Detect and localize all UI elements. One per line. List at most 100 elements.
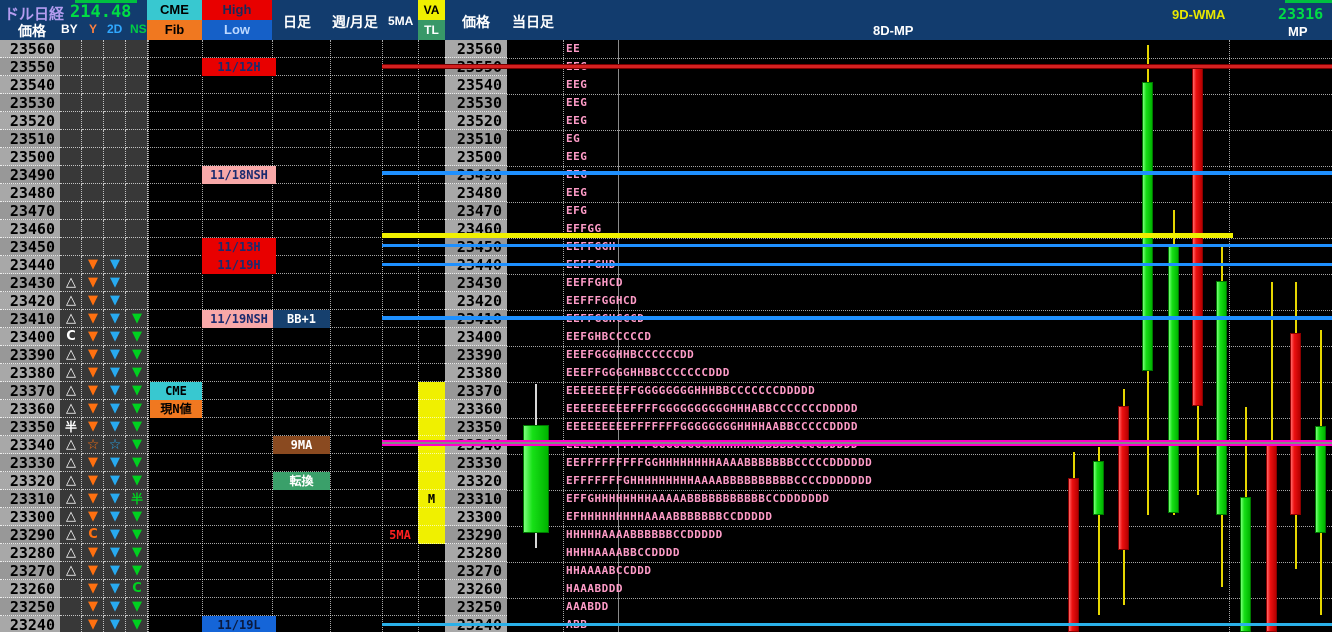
- down-arrow-mark: ▼: [88, 293, 98, 308]
- half-mark: 半: [64, 420, 77, 434]
- grid-row-line: [148, 111, 445, 112]
- signal-cell: [60, 148, 82, 166]
- price-cell: 23550: [0, 58, 60, 76]
- fib-toggle[interactable]: Fib: [147, 20, 202, 40]
- market-profile-row: EEEFGGGHHBCCCCCCDD: [566, 348, 695, 361]
- va-toggle[interactable]: VA: [418, 0, 445, 20]
- signal-cell: [60, 256, 82, 274]
- price-cell: 23270: [0, 562, 60, 580]
- grid-row-line: [148, 57, 445, 58]
- grid-column-line: [563, 40, 564, 632]
- price-cell-2: 23400: [445, 328, 507, 346]
- down-arrow-mark: ▼: [88, 581, 98, 596]
- grid-row-line: [507, 58, 1332, 59]
- price-cell: 23380: [0, 364, 60, 382]
- signal-cell: [126, 238, 148, 256]
- signal-cell: [104, 202, 126, 220]
- signal-cell: [60, 40, 82, 58]
- signal-cell: [82, 148, 104, 166]
- grid-row-line: [507, 202, 1332, 203]
- signal-cell: [126, 220, 148, 238]
- down-arrow-mark: ▼: [110, 563, 120, 578]
- down-arrow-mark: ▼: [110, 401, 120, 416]
- high-toggle[interactable]: High: [202, 0, 272, 20]
- signal-cell: [104, 238, 126, 256]
- weekly-monthly-column-header[interactable]: 週/月足: [332, 12, 378, 32]
- signal-cell: [104, 184, 126, 202]
- price-cell: 23470: [0, 202, 60, 220]
- signal-cell: [82, 76, 104, 94]
- grid-column-line: [1229, 40, 1230, 632]
- price-cell-2: 23390: [445, 346, 507, 364]
- up-triangle-mark: △: [66, 347, 76, 362]
- signal-cell: [60, 58, 82, 76]
- market-profile-row: HHHHHAAAABBBBBBCCDDDDD: [566, 528, 723, 541]
- signal-cell: [126, 40, 148, 58]
- c-mark: C: [132, 581, 142, 596]
- signal-cell: [104, 166, 126, 184]
- price-cell-2: 23560: [445, 40, 507, 58]
- current-price-line: [382, 440, 1332, 446]
- grid-row-line: [148, 507, 445, 508]
- grid-row-line: [148, 615, 445, 616]
- tl-toggle[interactable]: TL: [418, 20, 445, 40]
- support-resistance-line: [382, 244, 1332, 247]
- price-cell: 23310: [0, 490, 60, 508]
- market-profile-row: EEG: [566, 186, 588, 199]
- price-cell-2: 23310: [445, 490, 507, 508]
- grid-row-line: [148, 165, 445, 166]
- signal-cell: [60, 616, 82, 632]
- signal-cell: [60, 598, 82, 616]
- grid-row-line: [148, 147, 445, 148]
- market-profile-row: EEFFGHCD: [566, 276, 623, 289]
- market-profile-row: EEFGHBCCCCCD: [566, 330, 652, 343]
- market-profile-row: EFFGHHHHHHHHAAAAABBBBBBBBBBBCCDDDDDDD: [566, 492, 830, 505]
- down-arrow-mark: ▼: [88, 617, 98, 632]
- price-cell: 23390: [0, 346, 60, 364]
- price-cell: 23560: [0, 40, 60, 58]
- level-label: 11/19NSH: [202, 310, 276, 328]
- grid-row-line: [148, 561, 445, 562]
- market-profile-row: EG: [566, 132, 581, 145]
- bearish-candle-body: [1290, 333, 1301, 515]
- grid-row-line: [148, 291, 445, 292]
- signal-cell: [104, 94, 126, 112]
- down-arrow-mark: ▼: [88, 563, 98, 578]
- signal-cell: [60, 202, 82, 220]
- price-cell-2: 23320: [445, 472, 507, 490]
- cme-toggle[interactable]: CME: [147, 0, 202, 20]
- price-cell: 23260: [0, 580, 60, 598]
- price-cell-2: 23280: [445, 544, 507, 562]
- price-cell: 23510: [0, 130, 60, 148]
- price-cell: 23460: [0, 220, 60, 238]
- grid-column-line: [202, 40, 203, 632]
- price-cell-2: 23250: [445, 598, 507, 616]
- down-arrow-mark: ▼: [110, 419, 120, 434]
- down-arrow-mark: ▼: [132, 311, 142, 326]
- down-arrow-mark: ▼: [88, 347, 98, 362]
- grid-row-line: [148, 579, 445, 580]
- col-header-2d: 2D: [107, 22, 123, 36]
- down-arrow-mark: ▼: [88, 545, 98, 560]
- low-toggle[interactable]: Low: [202, 20, 272, 40]
- up-triangle-mark: △: [66, 437, 76, 452]
- low-level-line: [382, 623, 1332, 626]
- signal-cell: [126, 256, 148, 274]
- up-triangle-mark: △: [66, 527, 76, 542]
- market-profile-row: EEFFGGH: [566, 238, 616, 256]
- down-arrow-mark: ▼: [88, 365, 98, 380]
- signal-cell: [104, 148, 126, 166]
- price-cell: 23240: [0, 616, 60, 632]
- market-profile-row: EEG: [566, 166, 587, 184]
- signal-cell: [82, 130, 104, 148]
- signal-cell: [60, 166, 82, 184]
- down-arrow-mark: ▼: [132, 401, 142, 416]
- level-label: 5MA: [389, 528, 411, 542]
- signal-cell: [126, 112, 148, 130]
- signal-cell: [104, 130, 126, 148]
- signal-cell: [126, 292, 148, 310]
- daily-column-header[interactable]: 日足: [283, 12, 311, 32]
- price-cell: 23480: [0, 184, 60, 202]
- ma5-column-header[interactable]: 5MA: [388, 14, 413, 28]
- down-arrow-mark: ▼: [110, 545, 120, 560]
